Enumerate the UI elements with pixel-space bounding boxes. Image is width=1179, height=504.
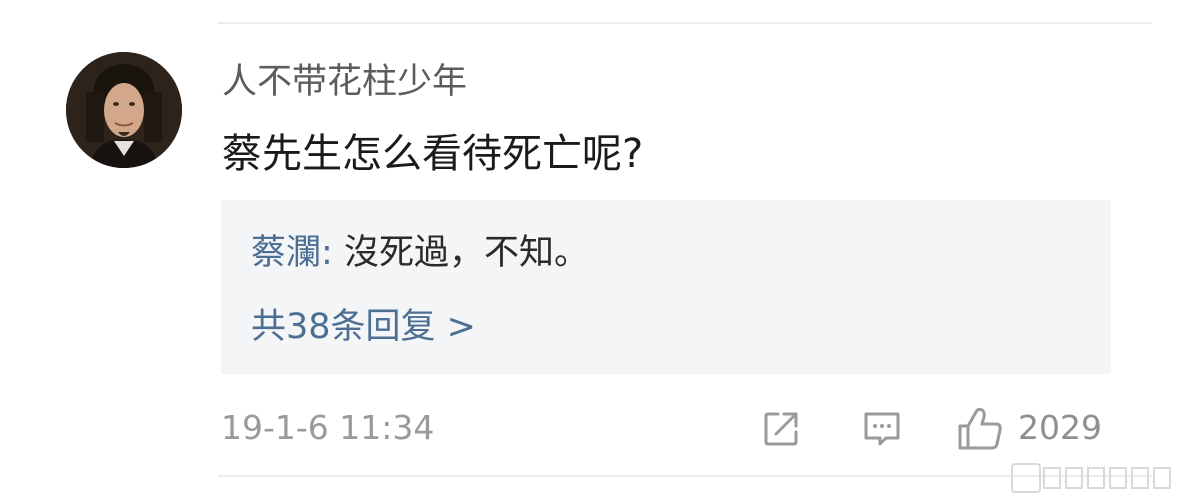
reply-button[interactable] — [860, 404, 904, 452]
thumbs-up-icon — [956, 404, 1006, 452]
comment-timestamp: 19-1-6 11:34 — [221, 408, 435, 447]
comment-card: 人不带花柱少年 蔡先生怎么看待死亡呢? 蔡瀾: 沒死過，不知。 共38条回复 >… — [0, 0, 1179, 504]
reply-preview[interactable]: 蔡瀾: 沒死過，不知。 共38条回复 > — [221, 200, 1111, 374]
comment-text: 蔡先生怎么看待死亡呢? — [222, 131, 644, 177]
reply-line: 蔡瀾: 沒死過，不知。 — [251, 230, 589, 276]
like-count: 2029 — [1018, 408, 1102, 447]
top-divider — [218, 22, 1152, 24]
comment-icon — [860, 406, 904, 450]
avatar[interactable] — [66, 52, 182, 168]
watermark-icon — [1011, 463, 1171, 493]
username[interactable]: 人不带花柱少年 — [222, 60, 467, 104]
share-button[interactable] — [760, 404, 804, 452]
reply-content: 沒死過，不知。 — [343, 233, 589, 273]
reply-author[interactable]: 蔡瀾 — [251, 233, 321, 273]
share-icon — [760, 406, 804, 450]
view-all-replies-link[interactable]: 共38条回复 > — [251, 304, 476, 350]
avatar-portrait — [66, 52, 182, 168]
like-button[interactable]: 2029 — [956, 404, 1102, 452]
reply-separator: : — [321, 233, 344, 273]
